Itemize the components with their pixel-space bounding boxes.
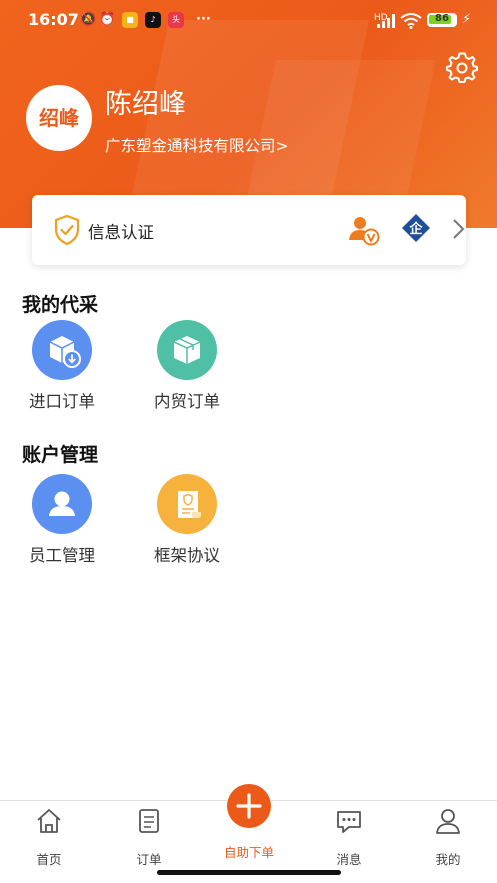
chevron-right-icon <box>453 219 465 239</box>
self-order-plus-button[interactable] <box>227 784 271 828</box>
company-link[interactable]: 广东塑金通科技有限公司> <box>105 134 289 156</box>
info-verification-card[interactable]: 信息认证 企 <box>32 195 466 265</box>
verification-label: 信息认证 <box>88 223 154 242</box>
wifi-icon <box>400 13 422 29</box>
tiktok-icon: ♪ <box>145 12 161 28</box>
domestic-order-item[interactable]: 内贸订单 <box>137 320 237 412</box>
tab-messages-label: 消息 <box>336 852 362 867</box>
section-title-account: 账户管理 <box>22 444 99 466</box>
section-title-procurement: 我的代采 <box>22 294 99 316</box>
more-notifications-icon: ··· <box>196 12 211 27</box>
employee-management-label: 员工管理 <box>29 546 95 565</box>
company-name: 广东塑金通科技有限公司 <box>105 137 276 155</box>
tab-self-order-label[interactable]: 自助下单 <box>209 842 289 861</box>
home-icon <box>37 809 61 833</box>
employee-icon <box>32 474 92 534</box>
tab-orders[interactable]: 订单 <box>109 807 189 868</box>
charging-icon: ⚡ <box>462 12 472 27</box>
agreement-scroll-icon <box>157 474 217 534</box>
tab-home[interactable]: 首页 <box>9 807 89 868</box>
profile-person-icon <box>436 809 460 834</box>
import-box-icon <box>32 320 92 380</box>
enterprise-badge-text: 企 <box>408 221 423 237</box>
mute-bell-icon: 🔕 <box>80 12 97 27</box>
message-bubble-icon <box>337 811 361 833</box>
employee-management-item[interactable]: 员工管理 <box>12 474 112 566</box>
avatar[interactable]: 绍峰 <box>26 85 92 151</box>
framework-agreement-label: 框架协议 <box>154 546 220 565</box>
user-name: 陈绍峰 <box>105 89 186 120</box>
import-order-label: 进口订单 <box>29 392 95 411</box>
plus-icon <box>236 793 262 819</box>
battery-indicator: 86 <box>427 13 457 27</box>
tab-home-label: 首页 <box>36 852 62 867</box>
battery-percent: 86 <box>435 13 449 24</box>
settings-gear-icon[interactable] <box>446 52 478 84</box>
tab-mine[interactable]: 我的 <box>408 807 488 868</box>
company-chevron-icon: > <box>275 137 289 155</box>
alarm-icon: ⏰ <box>99 12 116 27</box>
tab-messages[interactable]: 消息 <box>309 807 389 868</box>
personal-verified-icon <box>349 217 380 246</box>
toutiao-icon: 头 <box>168 12 184 28</box>
signal-icon <box>377 14 395 28</box>
status-time: 16:07 <box>28 10 79 29</box>
tab-mine-label: 我的 <box>435 852 461 867</box>
import-order-item[interactable]: 进口订单 <box>12 320 112 412</box>
tab-orders-label: 订单 <box>136 852 162 867</box>
orders-list-icon <box>139 809 159 833</box>
domestic-order-label: 内贸订单 <box>154 392 220 411</box>
app-notification-icon: ■ <box>122 12 138 28</box>
domestic-box-icon <box>157 320 217 380</box>
status-bar: 16:07 🔕 ⏰ ■ ♪ 头 ··· HD 86 ⚡ <box>0 0 497 40</box>
home-indicator[interactable] <box>157 870 341 875</box>
shield-check-icon <box>54 215 80 245</box>
enterprise-badge-icon: 企 <box>402 214 430 242</box>
framework-agreement-item[interactable]: 框架协议 <box>137 474 237 566</box>
